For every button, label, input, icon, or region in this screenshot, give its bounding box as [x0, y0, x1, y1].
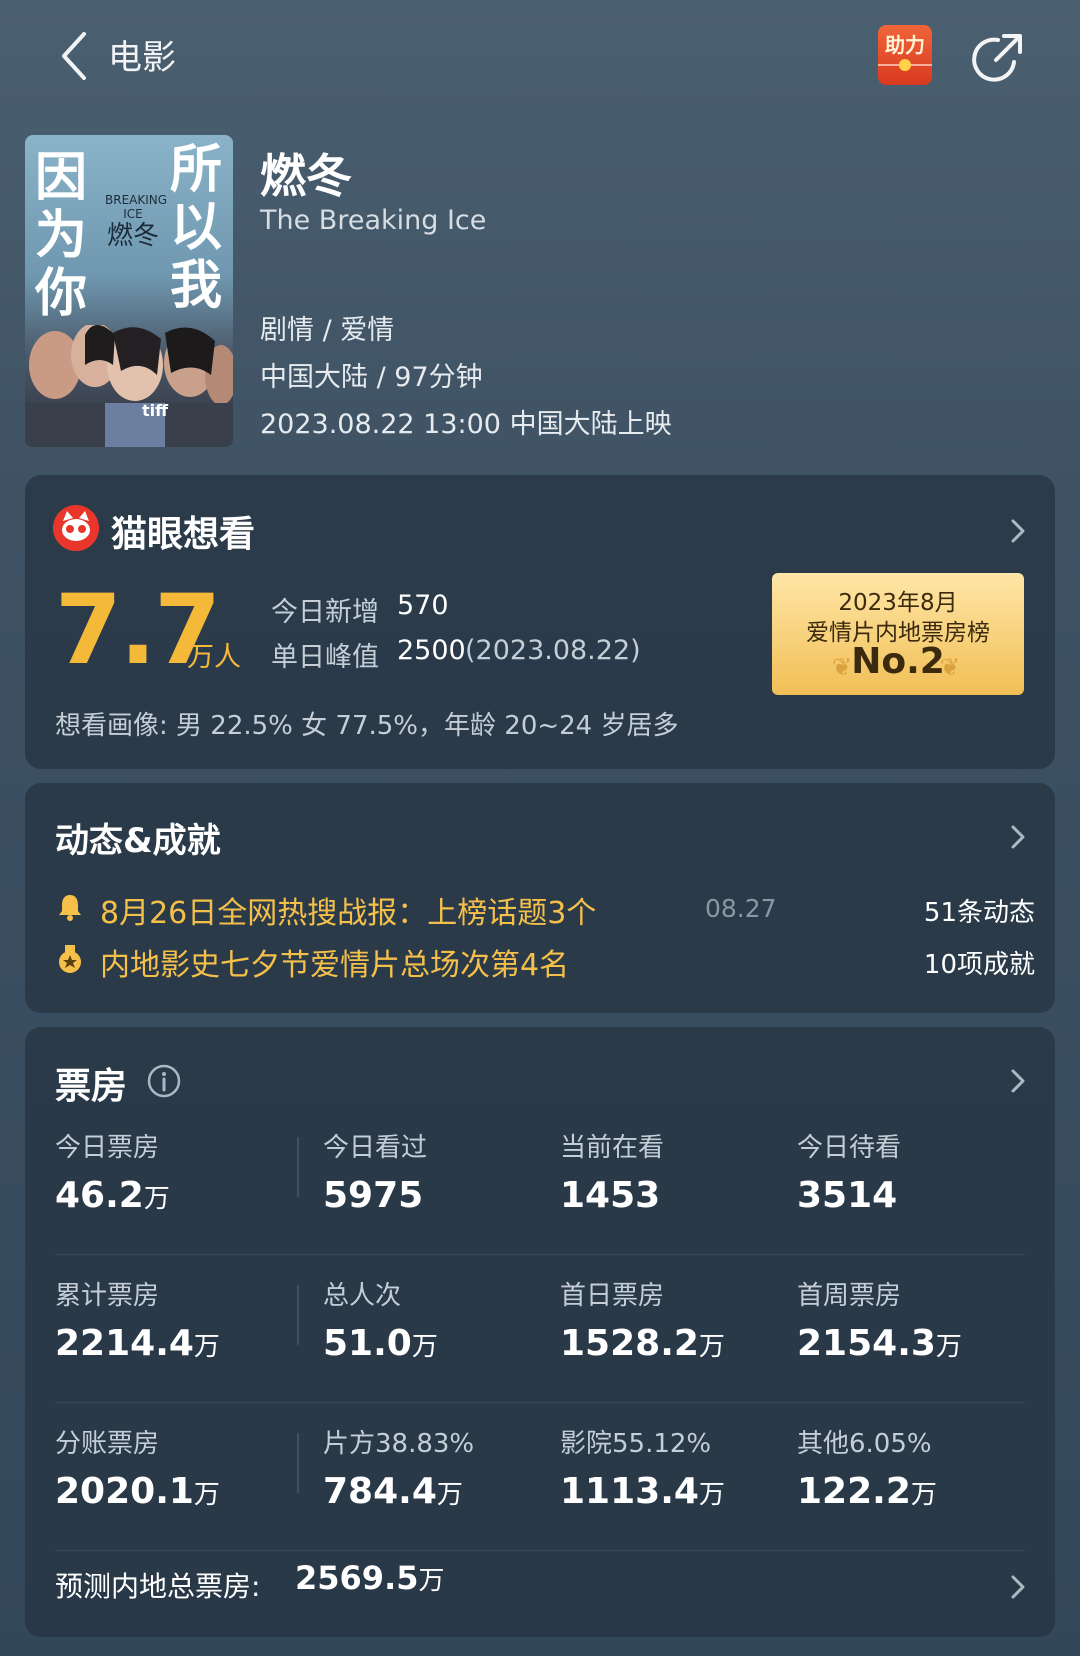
movie-release-date: 2023.08.22 13:00 中国大陆上映 [260, 409, 672, 440]
now-watching-label: 当前在看 [560, 1133, 665, 1163]
total-admissions-value: 51.0万 [323, 1323, 438, 1364]
first-week-box-office-label: 首周票房 [797, 1281, 902, 1311]
total-admissions-label: 总人次 [323, 1281, 402, 1311]
split-box-office-label: 分账票房 [55, 1429, 160, 1459]
now-watching-value: 1453 [560, 1175, 661, 1216]
today-box-office-value: 46.2万 [55, 1175, 170, 1216]
audience-portrait: 想看画像: 男 22.5% 女 77.5%，年龄 20~24 岁居多 [55, 711, 679, 741]
daily-peak-date: (2023.08.22) [465, 635, 641, 666]
boost-label: 助力 [885, 33, 925, 57]
today-watched-value: 5975 [323, 1175, 424, 1216]
achievement-item-text: 内地影史七夕节爱情片总场次第4名 [100, 948, 570, 983]
movie-poster[interactable]: 因为你 所以我 BREAKING ICE 燃冬 tiff [25, 135, 233, 447]
news-achievements-card[interactable]: 动态&成就 8月26日全网热搜战报：上榜话题3个 08.27 51条动态 内地影… [25, 783, 1055, 1013]
first-week-box-office-value: 2154.3万 [797, 1323, 962, 1364]
news-count: 51条动态 [923, 898, 1035, 928]
box-office-card[interactable]: 票房 今日票房 46.2万 今日看过 5975 当前在看 1453 今日待看 3… [25, 1027, 1055, 1637]
chevron-right-icon[interactable] [1009, 1573, 1027, 1601]
total-box-office-label: 累计票房 [55, 1281, 160, 1311]
today-pending-value: 3514 [797, 1175, 898, 1216]
forecast-value: 2569.5万 [295, 1559, 445, 1597]
column-divider [297, 1137, 299, 1197]
poster-chinese-title: 燃冬 [106, 221, 159, 251]
movie-english-title: The Breaking Ice [260, 205, 487, 236]
poster-left-text: 因为你 [35, 147, 88, 324]
poster-title-block: BREAKING ICE 燃冬 [105, 193, 168, 251]
column-divider [297, 1285, 299, 1345]
medal-icon [59, 945, 81, 973]
today-new-value: 570 [397, 590, 449, 621]
split-box-office-value: 2020.1万 [55, 1471, 220, 1512]
envelope-seal-icon [899, 59, 911, 71]
rank-position: No.2 [851, 641, 945, 682]
total-box-office-value: 2214.4万 [55, 1323, 220, 1364]
poster-figures-image [25, 325, 233, 447]
top-bar: 电影 助力 [0, 0, 1080, 110]
poster-english-title: BREAKING ICE [105, 193, 168, 221]
today-box-office-label: 今日票房 [55, 1133, 160, 1163]
share-icon[interactable] [968, 28, 1028, 88]
daily-peak-label: 单日峰值 [271, 642, 379, 673]
first-day-box-office-value: 1528.2万 [560, 1323, 725, 1364]
today-pending-label: 今日待看 [797, 1133, 902, 1163]
maoyan-cat-icon [53, 505, 99, 551]
news-item-date: 08.27 [705, 894, 777, 923]
movie-genre: 剧情 / 爱情 [260, 315, 395, 346]
column-divider [297, 1433, 299, 1493]
laurel-left-icon: ❦ [832, 653, 853, 681]
movie-title: 燃冬 [260, 149, 352, 203]
row-divider [55, 1402, 1025, 1403]
cinema-share-label: 影院55.12% [560, 1429, 712, 1459]
today-new-label: 今日新增 [271, 597, 379, 628]
laurel-right-icon: ❦ [940, 653, 961, 681]
festival-logo: tiff [142, 401, 169, 420]
want-to-see-title: 猫眼想看 [111, 514, 256, 555]
poster-right-text: 所以我 [170, 139, 223, 316]
producer-share-value: 784.4万 [323, 1471, 463, 1512]
news-item-text: 8月26日全网热搜战报：上榜话题3个 [100, 896, 597, 931]
first-day-box-office-label: 首日票房 [560, 1281, 665, 1311]
back-arrow-icon[interactable] [56, 28, 96, 84]
achievement-item[interactable]: 内地影史七夕节爱情片总场次第4名 10项成就 [55, 938, 1035, 983]
boost-button[interactable]: 助力 [878, 25, 932, 85]
achievement-count: 10项成就 [923, 950, 1035, 980]
other-share-label: 其他6.05% [797, 1429, 932, 1459]
producer-share-label: 片方38.83% [323, 1429, 475, 1459]
back-label[interactable]: 电影 [108, 30, 176, 79]
want-to-see-card[interactable]: 猫眼想看 7.7 万人 今日新增 570 单日峰值 2500 (2023.08.… [25, 475, 1055, 769]
chevron-right-icon[interactable] [1009, 823, 1027, 851]
forecast-label: 预测内地总票房: [55, 1570, 261, 1603]
daily-peak-value: 2500 [397, 635, 466, 666]
info-icon[interactable] [147, 1064, 181, 1098]
movie-origin-duration: 中国大陆 / 97分钟 [260, 362, 483, 393]
rank-period: 2023年8月 [838, 590, 958, 616]
rank-badge[interactable]: 2023年8月 爱情片内地票房榜 No.2 ❦ ❦ [772, 573, 1024, 695]
chevron-right-icon[interactable] [1009, 517, 1027, 545]
news-achievements-title: 动态&成就 [55, 821, 221, 861]
today-watched-label: 今日看过 [323, 1133, 428, 1163]
bell-icon [59, 895, 81, 921]
chevron-right-icon[interactable] [1009, 1067, 1027, 1095]
row-divider [55, 1254, 1025, 1255]
other-share-value: 122.2万 [797, 1471, 937, 1512]
cinema-share-value: 1113.4万 [560, 1471, 725, 1512]
want-to-see-unit: 万人 [187, 642, 241, 673]
news-item[interactable]: 8月26日全网热搜战报：上榜话题3个 08.27 51条动态 [55, 886, 1035, 931]
row-divider [55, 1550, 1025, 1551]
box-office-title: 票房 [55, 1066, 128, 1107]
